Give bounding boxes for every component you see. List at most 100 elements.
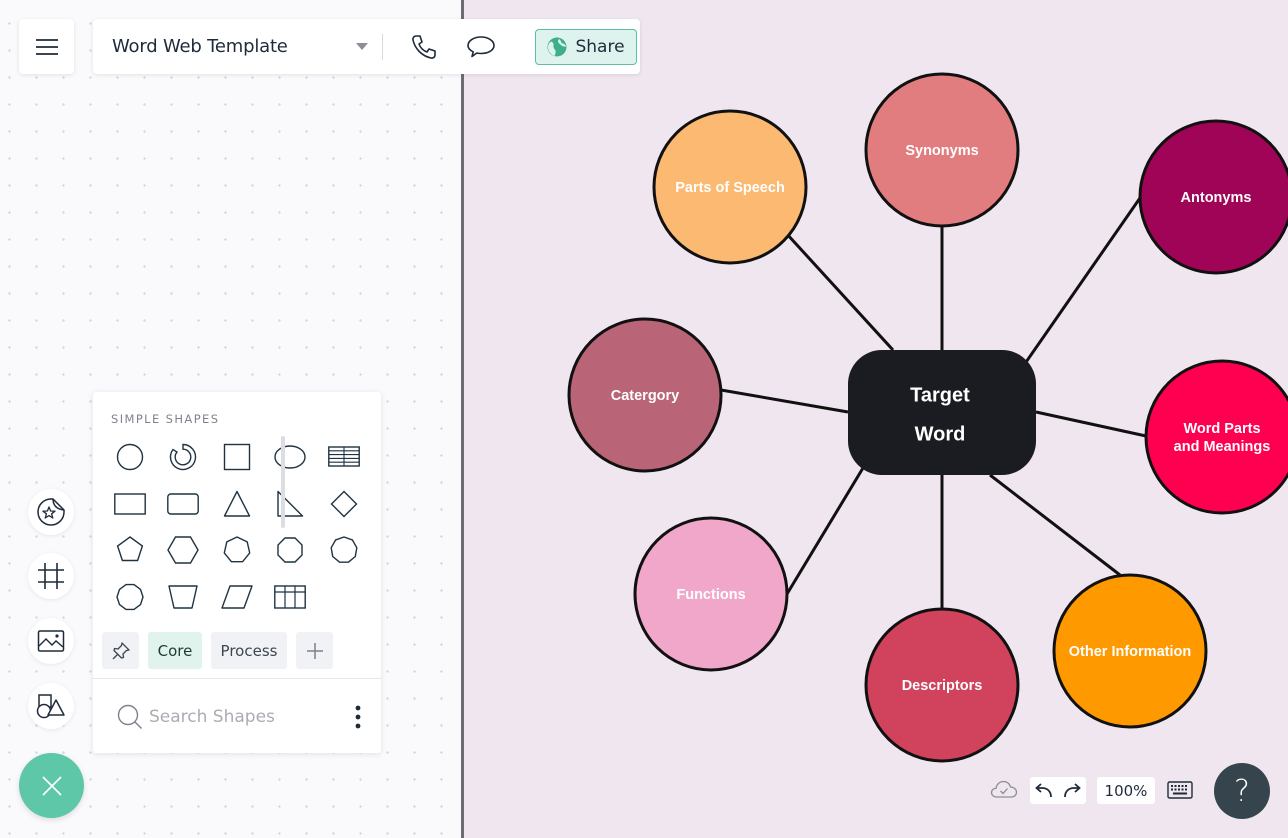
- node-circle[interactable]: [1144, 359, 1288, 515]
- shape-parallelogram[interactable]: [210, 574, 264, 621]
- redo-icon[interactable]: [1062, 782, 1082, 799]
- undo-icon[interactable]: [1034, 782, 1054, 799]
- share-button[interactable]: Share: [535, 28, 637, 65]
- pin-icon: [112, 641, 130, 659]
- center-node-shape[interactable]: [848, 350, 1036, 475]
- keyboard-shortcuts-icon[interactable]: [1167, 781, 1193, 799]
- rounded-rectangle-shape-icon: [167, 493, 200, 515]
- call-button[interactable]: [409, 32, 439, 62]
- shape-rectangle[interactable]: [103, 481, 157, 528]
- nonagon-shape-icon: [330, 536, 358, 564]
- phone-icon: [412, 34, 436, 59]
- shape-decagon[interactable]: [103, 574, 157, 621]
- tab-pinned[interactable]: [102, 632, 139, 669]
- center-node-label: Word: [915, 424, 966, 446]
- hexagon-shape-icon: [167, 536, 200, 564]
- shape-square[interactable]: [210, 434, 264, 481]
- title-dropdown-icon[interactable]: [356, 43, 368, 50]
- panel-scrollbar[interactable]: [281, 436, 285, 528]
- connector-other-information[interactable]: [989, 473, 1121, 577]
- ellipse-shape-icon: [274, 445, 306, 469]
- decagon-shape-icon: [116, 583, 144, 610]
- search-icon: [117, 704, 142, 729]
- square-shape-icon: [223, 444, 250, 471]
- shape-grid-table[interactable]: [264, 574, 318, 621]
- node-label: Synonyms: [905, 143, 978, 159]
- shape-pentagon[interactable]: [103, 527, 157, 574]
- connector-antonyms[interactable]: [1022, 197, 1142, 366]
- tab-core[interactable]: Core: [148, 632, 202, 669]
- shape-nonagon[interactable]: [317, 527, 371, 574]
- node-other-information[interactable]: Other Information: [1052, 573, 1208, 729]
- chat-bubble-icon: [467, 35, 495, 57]
- connector-parts-of-speech[interactable]: [784, 231, 895, 352]
- more-vertical-icon: [355, 705, 361, 729]
- tab-process[interactable]: Process: [211, 632, 287, 669]
- parallelogram-shape-icon: [221, 585, 253, 609]
- node-categrory[interactable]: Catergory: [567, 317, 723, 473]
- document-toolbar: Word Web Template Share: [93, 19, 640, 74]
- frame-button[interactable]: [28, 553, 74, 599]
- center-node-target-word[interactable]: Target Word: [848, 350, 1036, 475]
- document-title[interactable]: Word Web Template: [112, 36, 340, 57]
- node-label: Functions: [676, 587, 745, 603]
- add-library-button[interactable]: [296, 632, 333, 669]
- node-parts-of-speech[interactable]: Parts of Speech: [652, 109, 808, 265]
- node-antonyms[interactable]: Antonyms: [1138, 119, 1288, 275]
- node-synonyms[interactable]: Synonyms: [864, 72, 1020, 228]
- center-node-label: Target: [910, 385, 970, 407]
- panel-heading: SIMPLE SHAPES: [111, 412, 220, 426]
- shape-right-triangle[interactable]: [264, 481, 318, 528]
- connector-categrory[interactable]: [720, 388, 849, 414]
- shape-diamond[interactable]: [317, 481, 371, 528]
- arc-shape-icon: [170, 444, 197, 471]
- shape-grid: [103, 434, 371, 620]
- help-button[interactable]: ?: [1214, 763, 1270, 819]
- node-label: Other Information: [1069, 644, 1191, 660]
- shape-rounded-rectangle[interactable]: [157, 481, 211, 528]
- node-descriptors[interactable]: Descriptors: [864, 607, 1020, 763]
- grid-table-shape-icon: [274, 585, 307, 609]
- shape-trapezoid[interactable]: [157, 574, 211, 621]
- shape-circle[interactable]: [103, 434, 157, 481]
- rectangle-shape-icon: [113, 493, 146, 515]
- octagon-shape-icon: [277, 537, 303, 563]
- right-triangle-shape-icon: [277, 490, 304, 517]
- close-panel-button[interactable]: [19, 753, 84, 818]
- node-label: Word Parts: [1183, 421, 1260, 437]
- connector-functions[interactable]: [785, 462, 868, 595]
- zoom-level[interactable]: 100%: [1097, 777, 1155, 804]
- shape-search: [117, 700, 365, 734]
- triangle-shape-icon: [223, 490, 250, 517]
- menu-button[interactable]: [19, 19, 74, 74]
- pentagon-shape-icon: [116, 536, 143, 562]
- node-label: and Meanings: [1174, 439, 1271, 455]
- connector-word-parts[interactable]: [1035, 410, 1147, 438]
- shape-horizontal-table[interactable]: [317, 434, 371, 481]
- panel-divider: [93, 678, 381, 679]
- shape-heptagon[interactable]: [210, 527, 264, 574]
- heptagon-shape-icon: [223, 536, 251, 563]
- diamond-shape-icon: [330, 490, 358, 518]
- undo-redo-group: [1030, 777, 1086, 804]
- shape-triangle[interactable]: [210, 481, 264, 528]
- shape-octagon[interactable]: [264, 527, 318, 574]
- shape-hexagon[interactable]: [157, 527, 211, 574]
- node-functions[interactable]: Functions: [633, 516, 789, 672]
- comments-button[interactable]: [465, 32, 497, 62]
- stickers-button[interactable]: [28, 489, 74, 535]
- hamburger-icon: [35, 38, 58, 55]
- shapes-button[interactable]: [28, 683, 74, 729]
- more-options-button[interactable]: [351, 704, 365, 730]
- toolbar-divider: [382, 33, 383, 60]
- image-icon: [37, 630, 65, 652]
- sticker-icon: [37, 498, 65, 526]
- image-button[interactable]: [28, 618, 74, 664]
- search-shapes-input[interactable]: [149, 707, 339, 727]
- shape-ellipse[interactable]: [264, 434, 318, 481]
- node-label: Catergory: [611, 388, 680, 404]
- node-word-parts[interactable]: Word Parts and Meanings: [1144, 359, 1288, 515]
- share-label: Share: [575, 36, 625, 57]
- shapes-icon: [36, 694, 65, 719]
- shape-arc[interactable]: [157, 434, 211, 481]
